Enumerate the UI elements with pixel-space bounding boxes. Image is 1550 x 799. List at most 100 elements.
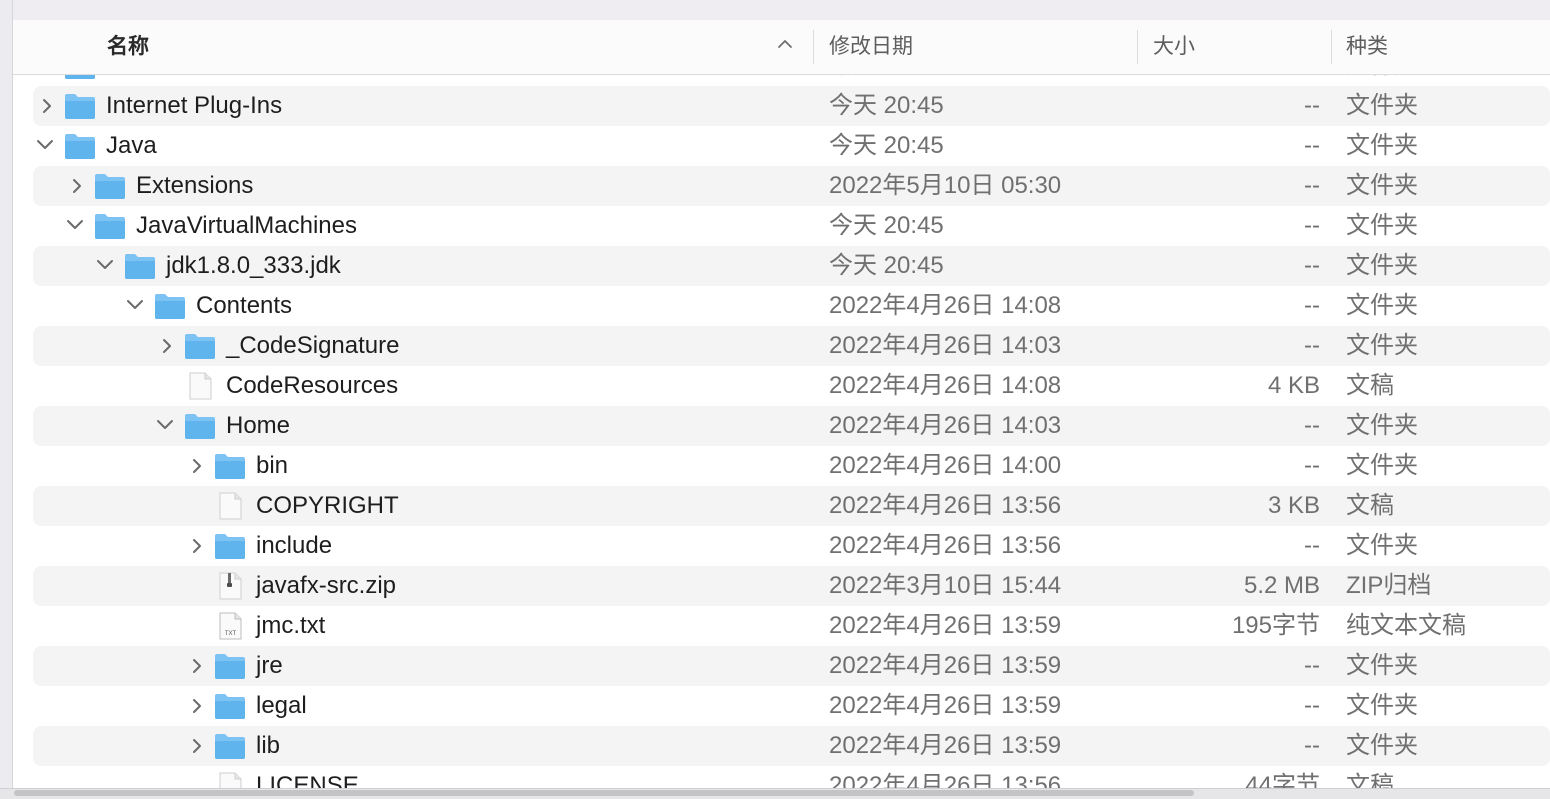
list-row[interactable]: jre 2022年4月26日 13:59 -- 文件夹	[13, 646, 1550, 686]
column-separator[interactable]	[1331, 30, 1332, 64]
row-size: 5.2 MB	[1243, 572, 1320, 599]
list-row[interactable]: COPYRIGHT 2022年4月26日 13:56 3 KB 文稿	[13, 486, 1550, 526]
disclosure-chevron-right-icon[interactable]	[189, 726, 207, 766]
folder-icon	[214, 692, 246, 720]
folder-icon	[64, 92, 96, 120]
row-size: --	[1304, 652, 1320, 679]
row-name: Home	[226, 412, 291, 439]
row-name: lib	[256, 732, 281, 759]
column-separator[interactable]	[1137, 30, 1138, 64]
list-row[interactable]: Java 今天 20:45 -- 文件夹	[13, 126, 1550, 166]
column-name-header[interactable]: 名称	[107, 20, 149, 74]
list-row[interactable]: CodeResources 2022年4月26日 14:08 4 KB 文稿	[13, 366, 1550, 406]
column-separator[interactable]	[813, 30, 814, 64]
row-date: 2022年4月26日 14:08	[829, 372, 1062, 399]
row-date: 2022年4月26日 13:59	[829, 652, 1062, 679]
disclosure-chevron-right-icon[interactable]	[189, 526, 207, 566]
row-kind: 文稿	[1346, 772, 1394, 788]
list-row[interactable]: Home 2022年4月26日 14:03 -- 文件夹	[13, 406, 1550, 446]
row-kind: 文稿	[1346, 492, 1394, 519]
row-size: 44字节	[1245, 772, 1320, 788]
disclosure-chevron-right-icon[interactable]	[69, 166, 87, 206]
row-kind: 文件夹	[1346, 252, 1418, 279]
row-name: legal	[256, 692, 307, 719]
row-kind: 文件夹	[1346, 212, 1418, 239]
disclosure-chevron-right-icon[interactable]	[189, 686, 207, 726]
row-date: 2022年3月10日 15:44	[829, 572, 1062, 599]
row-name: _CodeSignature	[226, 332, 400, 359]
disclosure-chevron-down-icon[interactable]	[125, 286, 143, 326]
list-row[interactable]: javafx-src.zip 2022年3月10日 15:44 5.2 MB ZIP归…	[13, 566, 1550, 606]
folder-icon	[214, 452, 246, 480]
folder-icon	[214, 732, 246, 760]
folder-icon	[214, 652, 246, 680]
row-name: COPYRIGHT	[256, 492, 399, 519]
column-size-header[interactable]: 大小	[1153, 20, 1195, 74]
row-size: --	[1304, 412, 1320, 439]
row-size: --	[1304, 292, 1320, 319]
folder-icon	[184, 332, 216, 360]
row-size: --	[1304, 212, 1320, 239]
row-name: bin	[256, 452, 289, 479]
disclosure-chevron-right-icon[interactable]	[189, 446, 207, 486]
list-row[interactable]: jdk1.8.0_333.jdk 今天 20:45 -- 文件夹	[13, 246, 1550, 286]
row-name: Extensions	[136, 172, 254, 199]
document-icon	[184, 372, 216, 400]
disclosure-chevron-right-icon[interactable]	[189, 646, 207, 686]
row-size: --	[1304, 332, 1320, 359]
row-size: --	[1304, 732, 1320, 759]
row-date: 2022年4月26日 14:03	[829, 332, 1062, 359]
list-row[interactable]: Contents 2022年4月26日 14:08 -- 文件夹	[13, 286, 1550, 326]
list-row[interactable]: Extensions 2022年5月10日 05:30 -- 文件夹	[13, 166, 1550, 206]
folder-icon	[94, 172, 126, 200]
row-kind: 文件夹	[1346, 532, 1418, 559]
row-name: include	[256, 532, 333, 559]
column-header: 名称 修改日期 大小 种类	[13, 20, 1550, 75]
row-kind: 文件夹	[1346, 292, 1418, 319]
list-row[interactable]: include 2022年4月26日 13:56 -- 文件夹	[13, 526, 1550, 566]
list-row[interactable]: LICENSE 2022年4月26日 13:56 44字节 文稿	[13, 766, 1550, 788]
list-row[interactable]: Internet Plug-Ins 今天 20:45 -- 文件夹	[13, 86, 1550, 126]
file-list: 今天 20:45 -- 文件夹 Internet Plug-Ins 今天 20:45 --…	[13, 20, 1550, 788]
row-kind: 文件夹	[1346, 172, 1418, 199]
row-name: CodeResources	[226, 372, 399, 399]
column-date-header[interactable]: 修改日期	[829, 20, 913, 74]
document-icon	[214, 772, 246, 788]
window-top-strip	[0, 0, 1550, 20]
row-date: 2022年4月26日 13:56	[829, 492, 1062, 519]
list-row[interactable]: lib 2022年4月26日 13:59 -- 文件夹	[13, 726, 1550, 766]
row-name: jre	[256, 652, 283, 679]
row-kind: 文件夹	[1346, 132, 1418, 159]
disclosure-chevron-right-icon[interactable]	[159, 326, 177, 366]
disclosure-chevron-down-icon[interactable]	[155, 406, 173, 446]
row-size: 3 KB	[1267, 492, 1320, 519]
row-background	[33, 126, 1550, 166]
row-date: 2022年4月26日 13:56	[829, 532, 1062, 559]
list-row[interactable]: bin 2022年4月26日 14:00 -- 文件夹	[13, 446, 1550, 486]
folder-icon	[154, 292, 186, 320]
disclosure-chevron-down-icon[interactable]	[35, 126, 53, 166]
list-row[interactable]: JavaVirtualMachines 今天 20:45 -- 文件夹	[13, 206, 1550, 246]
row-date: 2022年4月26日 13:56	[829, 772, 1062, 788]
row-name: Contents	[196, 292, 293, 319]
svg-text:TXT: TXT	[225, 631, 237, 637]
row-background	[33, 166, 1550, 206]
folder-icon	[214, 532, 246, 560]
disclosure-chevron-right-icon[interactable]	[39, 86, 57, 126]
horizontal-scrollbar[interactable]	[14, 790, 1194, 796]
row-size: 4 KB	[1267, 372, 1320, 399]
disclosure-chevron-down-icon[interactable]	[65, 206, 83, 246]
row-size: 195字节	[1231, 612, 1320, 639]
row-date: 今天 20:45	[829, 252, 944, 279]
row-kind: ZIP归档	[1346, 572, 1432, 599]
list-row[interactable]: legal 2022年4月26日 13:59 -- 文件夹	[13, 686, 1550, 726]
column-kind-header[interactable]: 种类	[1346, 20, 1388, 74]
row-name: Java	[106, 132, 157, 159]
sort-ascending-icon[interactable]	[777, 20, 793, 74]
finder-list-view: 今天 20:45 -- 文件夹 Internet Plug-Ins 今天 20:45 --…	[13, 20, 1550, 788]
list-row[interactable]: TXT jmc.txt 2022年4月26日 13:59 195字节 纯文本文稿	[13, 606, 1550, 646]
disclosure-chevron-down-icon[interactable]	[95, 246, 113, 286]
folder-icon	[184, 412, 216, 440]
list-row[interactable]: _CodeSignature 2022年4月26日 14:03 -- 文件夹	[13, 326, 1550, 366]
row-name: javafx-src.zip	[256, 572, 397, 599]
